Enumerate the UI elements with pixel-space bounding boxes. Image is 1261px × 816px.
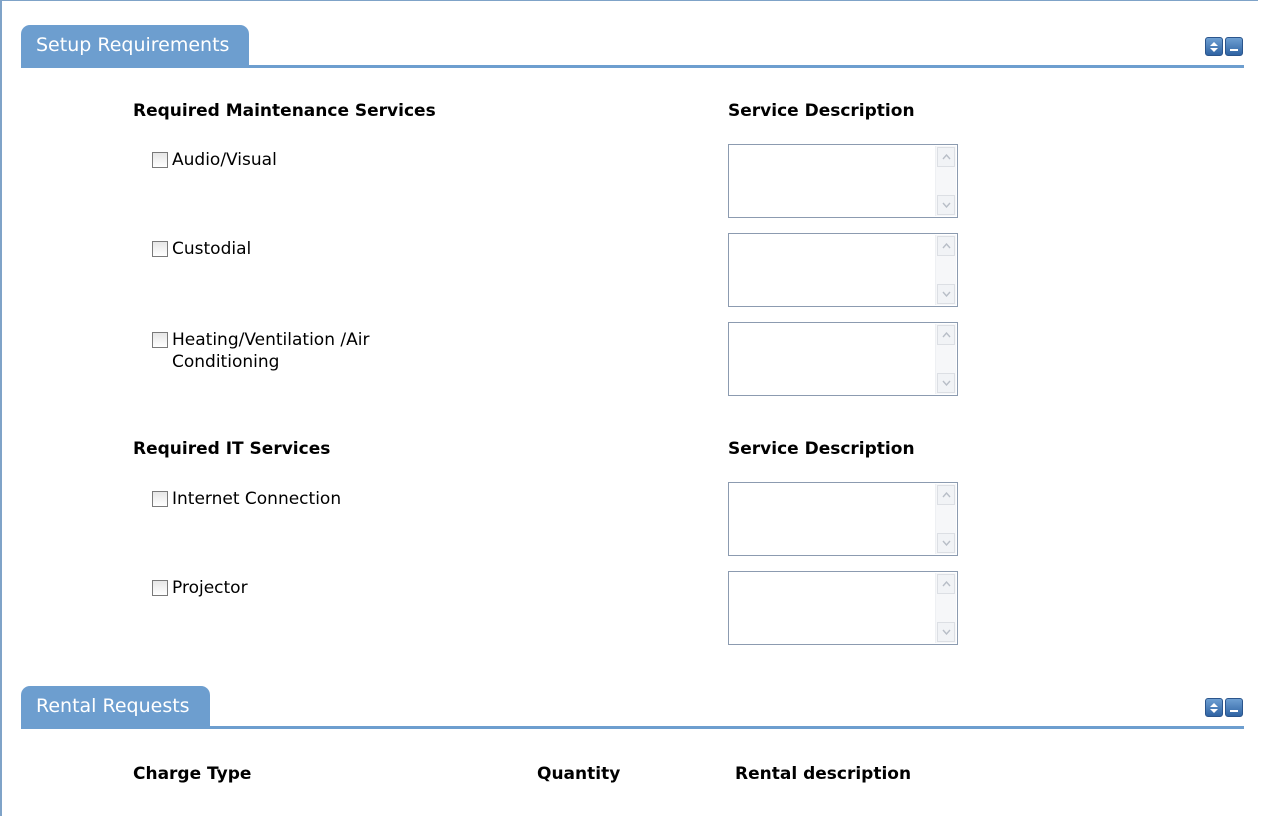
hvac-label: Heating/Ventilation /Air Conditioning xyxy=(172,330,370,372)
chevron-up-icon xyxy=(941,581,951,587)
rental-description-column-header: Rental description xyxy=(735,764,912,784)
custodial-description-textarea[interactable] xyxy=(728,233,958,307)
chevron-up-icon xyxy=(941,243,951,249)
minus-icon xyxy=(1230,49,1238,51)
audio-visual-description-textarea[interactable] xyxy=(728,144,958,218)
scroll-up-button[interactable] xyxy=(937,485,955,505)
chevron-up-icon xyxy=(941,154,951,160)
scroll-up-button[interactable] xyxy=(937,574,955,594)
section-divider xyxy=(21,726,1244,729)
chevron-up-icon xyxy=(941,332,951,338)
vertical-scrollbar[interactable] xyxy=(935,484,956,554)
audio-visual-checkbox[interactable] xyxy=(152,152,168,168)
collapse-section-button[interactable] xyxy=(1225,37,1243,56)
collapse-section-button[interactable] xyxy=(1225,698,1243,717)
expand-section-button[interactable] xyxy=(1205,698,1223,717)
up-down-arrows-icon xyxy=(1210,42,1218,52)
maintenance-description-heading: Service Description xyxy=(728,101,915,121)
internet-connection-label: Internet Connection xyxy=(172,489,342,509)
checkbox-audio-visual: Audio/Visual xyxy=(152,149,432,171)
scroll-up-button[interactable] xyxy=(937,325,955,345)
vertical-scrollbar[interactable] xyxy=(935,573,956,643)
chevron-down-icon xyxy=(941,380,951,386)
rental-requests-tab[interactable]: Rental Requests xyxy=(21,686,210,726)
checkbox-hvac: Heating/Ventilation /Air Conditioning xyxy=(152,329,412,373)
scroll-up-button[interactable] xyxy=(937,147,955,167)
chevron-down-icon xyxy=(941,540,951,546)
maintenance-services-heading: Required Maintenance Services xyxy=(133,101,436,121)
it-description-heading: Service Description xyxy=(728,439,915,459)
vertical-scrollbar[interactable] xyxy=(935,324,956,394)
scroll-down-button[interactable] xyxy=(937,622,955,642)
setup-requirements-header: Setup Requirements xyxy=(21,25,1244,68)
chevron-down-icon xyxy=(941,202,951,208)
scroll-down-button[interactable] xyxy=(937,373,955,393)
it-services-heading: Required IT Services xyxy=(133,439,331,459)
rental-requests-header: Rental Requests xyxy=(21,686,1244,729)
expand-section-button[interactable] xyxy=(1205,37,1223,56)
chevron-up-icon xyxy=(941,492,951,498)
internet-connection-description-textarea[interactable] xyxy=(728,482,958,556)
hvac-checkbox[interactable] xyxy=(152,332,168,348)
audio-visual-label: Audio/Visual xyxy=(172,150,277,170)
quantity-column-header: Quantity xyxy=(537,764,621,784)
section-divider xyxy=(21,65,1244,68)
internet-connection-checkbox[interactable] xyxy=(152,491,168,507)
custodial-label: Custodial xyxy=(172,239,252,259)
up-down-arrows-icon xyxy=(1210,703,1218,713)
projector-checkbox[interactable] xyxy=(152,580,168,596)
scroll-down-button[interactable] xyxy=(937,195,955,215)
vertical-scrollbar[interactable] xyxy=(935,235,956,305)
checkbox-projector: Projector xyxy=(152,577,432,599)
vertical-scrollbar[interactable] xyxy=(935,146,956,216)
projector-label: Projector xyxy=(172,578,248,598)
minus-icon xyxy=(1230,710,1238,712)
custodial-checkbox[interactable] xyxy=(152,241,168,257)
scroll-down-button[interactable] xyxy=(937,284,955,304)
projector-description-textarea[interactable] xyxy=(728,571,958,645)
checkbox-internet-connection: Internet Connection xyxy=(152,488,432,510)
checkbox-custodial: Custodial xyxy=(152,238,432,260)
chevron-down-icon xyxy=(941,291,951,297)
chevron-down-icon xyxy=(941,629,951,635)
scroll-up-button[interactable] xyxy=(937,236,955,256)
hvac-description-textarea[interactable] xyxy=(728,322,958,396)
scroll-down-button[interactable] xyxy=(937,533,955,553)
charge-type-column-header: Charge Type xyxy=(133,764,252,784)
setup-requirements-tab[interactable]: Setup Requirements xyxy=(21,25,250,65)
